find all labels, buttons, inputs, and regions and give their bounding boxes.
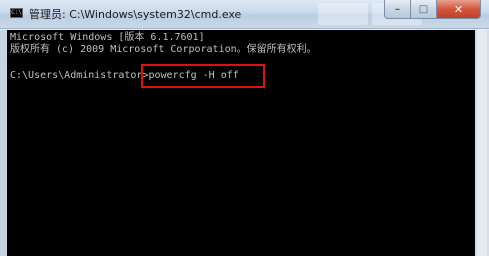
console-line: Microsoft Windows [版本 6.1.7601] xyxy=(10,32,205,43)
cmd-window: C:\ 管理员: C:\Windows\system32\cmd.exe – □… xyxy=(0,0,489,256)
command-highlight-box xyxy=(141,64,265,88)
console-output[interactable]: Microsoft Windows [版本 6.1.7601] 版权所有 (c)… xyxy=(7,30,475,256)
background-blur xyxy=(318,3,368,25)
minimize-button[interactable]: – xyxy=(384,0,411,19)
close-button[interactable]: ✕ xyxy=(437,0,481,19)
minimize-icon: – xyxy=(395,3,400,15)
vertical-scrollbar[interactable] xyxy=(477,30,487,256)
title-bar[interactable]: C:\ 管理员: C:\Windows\system32\cmd.exe – □… xyxy=(0,0,489,29)
cmd-icon[interactable]: C:\ xyxy=(10,8,23,18)
window-left-border xyxy=(0,30,7,256)
close-icon: ✕ xyxy=(453,2,464,16)
maximize-icon: □ xyxy=(418,3,429,15)
window-controls: – □ ✕ xyxy=(384,0,481,20)
maximize-button[interactable]: □ xyxy=(411,0,437,19)
window-right-border xyxy=(475,30,489,256)
window-title: 管理员: C:\Windows\system32\cmd.exe xyxy=(29,8,242,21)
console-line: 版权所有 (c) 2009 Microsoft Corporation。保留所有… xyxy=(10,44,317,55)
